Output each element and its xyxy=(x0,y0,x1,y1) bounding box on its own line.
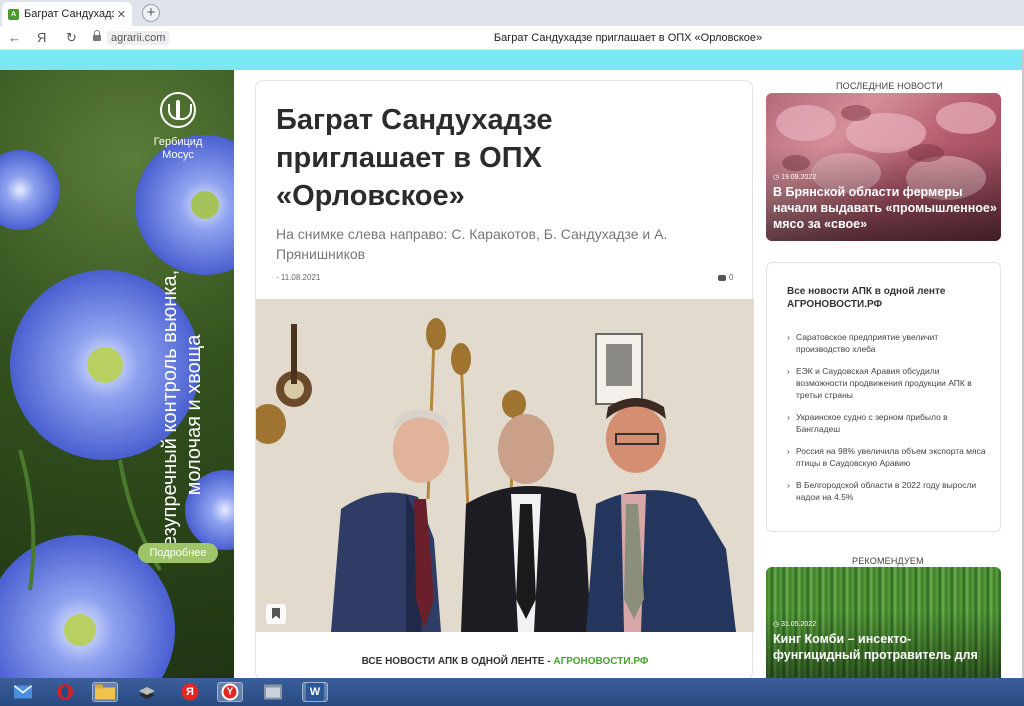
mail-app-icon[interactable] xyxy=(10,682,36,702)
promo-date: ◷ 31.05.2022 xyxy=(773,621,817,628)
yandex-browser-letter: Y xyxy=(226,686,234,698)
tab-title: Баграт Сандухадзе приглашает в xyxy=(24,8,114,20)
yandex-letter: Я xyxy=(186,686,194,698)
reload-icon[interactable]: ↻ xyxy=(66,30,77,46)
all-news-prefix: ВСЕ НОВОСТИ АПК В ОДНОЙ ЛЕНТЕ - xyxy=(361,656,554,667)
article-comments[interactable]: 0 xyxy=(718,273,733,282)
article-photo-image xyxy=(256,299,754,632)
feed-item[interactable]: Саратовское предприятие увеличит произво… xyxy=(787,331,987,355)
article-date-value: 11.08.2021 xyxy=(280,273,321,282)
yandex-logo-icon[interactable]: Я xyxy=(37,30,46,45)
comment-count: 0 xyxy=(729,273,734,282)
promo-title[interactable]: Кинг Комби – инсекто-фунгицидный протрав… xyxy=(773,631,998,663)
browser-tab-bar: А Баграт Сандухадзе приглашает в ✕ + xyxy=(0,0,1024,26)
latest-card-date: ◷ 19.09.2022 xyxy=(773,174,817,181)
tab-close-icon[interactable]: ✕ xyxy=(117,8,126,21)
folder-icon xyxy=(95,684,115,700)
feed-list: Саратовское предприятие увеличит произво… xyxy=(787,331,987,513)
promo-card[interactable]: ◷ 31.05.2022 Кинг Комби – инсекто-фунгиц… xyxy=(766,567,1001,679)
window-icon xyxy=(264,684,282,700)
site-header-strip xyxy=(0,50,1022,70)
stack-app-icon[interactable] xyxy=(134,682,160,702)
comment-icon xyxy=(718,274,726,281)
recommend-label: РЕКОМЕНДУЕМ xyxy=(852,556,924,566)
latest-card-date-value: 19.09.2022 xyxy=(781,174,817,181)
latest-card-title[interactable]: В Брянской области фермеры начали выдава… xyxy=(773,184,998,232)
ad-tagline: Безупречный контроль вьюнка, молочая и х… xyxy=(159,269,205,561)
back-arrow-icon[interactable]: ← xyxy=(8,30,21,45)
word-letter: W xyxy=(309,686,321,698)
article-date: · 11.08.2021 xyxy=(276,273,321,282)
ad-brand: Гербицид Мосус xyxy=(153,136,203,161)
windows-taskbar: Я Y W xyxy=(0,678,1024,706)
yandex-browser-app-icon[interactable]: Y xyxy=(217,682,243,702)
latest-news-label: ПОСЛЕДНИЕ НОВОСТИ xyxy=(836,81,943,91)
news-feed-box: Все новости АПК в одной ленте АГРОНОВОСТ… xyxy=(766,262,1001,532)
article-subtitle: На снимке слева направо: С. Каракотов, Б… xyxy=(276,226,668,262)
site-favicon-icon: А xyxy=(8,8,19,20)
ad-more-button[interactable]: Подробнее xyxy=(138,543,218,563)
url-domain[interactable]: agrarii.com xyxy=(107,31,170,45)
address-bar-title-text: Баграт Сандухадзе приглашает в ОПХ «Орло… xyxy=(493,32,763,44)
promo-date-value: 31.05.2022 xyxy=(781,621,817,628)
mail-icon xyxy=(14,685,32,699)
opera-app-icon[interactable] xyxy=(52,682,78,702)
word-app-icon[interactable]: W xyxy=(302,682,328,702)
all-news-line: ВСЕ НОВОСТИ АПК В ОДНОЙ ЛЕНТЕ - АГРОНОВО… xyxy=(256,656,754,667)
bookmark-icon[interactable] xyxy=(266,604,286,624)
browser-tab[interactable]: А Баграт Сандухадзе приглашает в ✕ xyxy=(2,2,132,26)
feed-item[interactable]: Украинское судно с зерном прибыло в Банг… xyxy=(787,411,987,435)
feed-heading: Все новости АПК в одной ленте АГРОНОВОСТ… xyxy=(787,286,946,310)
latest-news-card[interactable]: ◷ 19.09.2022 В Брянской области фермеры … xyxy=(766,93,1001,241)
article-card: Баграт Сандухадзе приглашает в ОПХ «Орло… xyxy=(255,80,754,680)
stack-icon xyxy=(139,687,155,699)
feed-item[interactable]: ЕЭК и Саудовская Аравия обсудили возможн… xyxy=(787,365,987,401)
address-bar: ← Я ↻ agrarii.com Баграт Сандухадзе приг… xyxy=(0,26,1024,50)
file-explorer-app-icon[interactable] xyxy=(92,682,118,702)
feed-item[interactable]: В Белгородской области в 2022 году вырос… xyxy=(787,479,987,503)
yandex-app-icon[interactable]: Я xyxy=(177,682,203,702)
article-title: Баграт Сандухадзе приглашает в ОПХ «Орло… xyxy=(276,104,553,212)
herbicide-logo-icon xyxy=(160,92,196,128)
ad-banner[interactable]: Гербицид Мосус Безупречный контроль вьюн… xyxy=(0,70,234,678)
lock-icon[interactable] xyxy=(93,30,101,42)
article-photo xyxy=(256,299,754,632)
new-tab-button[interactable]: + xyxy=(142,4,160,22)
opera-icon xyxy=(57,684,73,700)
feed-item[interactable]: Россия на 98% увеличила объем экспорта м… xyxy=(787,445,987,469)
agronovosti-link[interactable]: АГРОНОВОСТИ.РФ xyxy=(553,656,648,667)
window-app-icon[interactable] xyxy=(260,682,286,702)
